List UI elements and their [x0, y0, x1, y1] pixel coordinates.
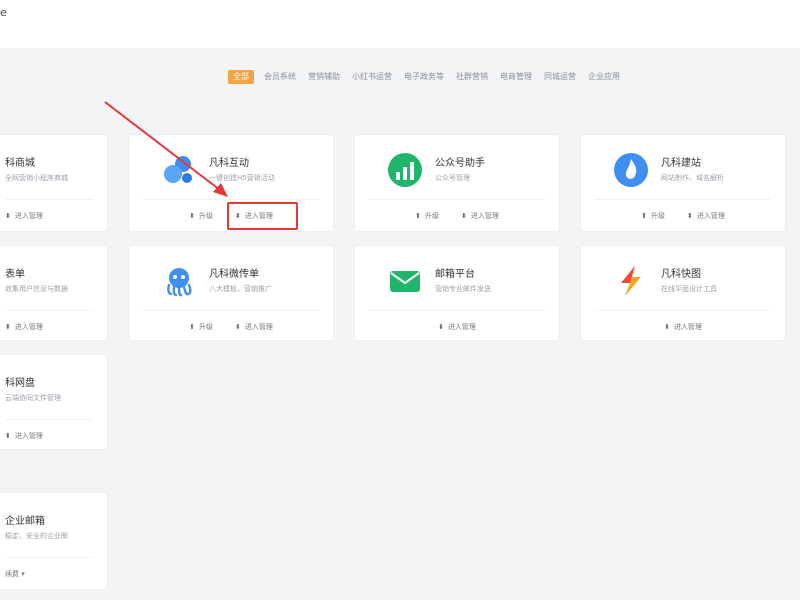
annotation-arrow	[104, 101, 228, 197]
